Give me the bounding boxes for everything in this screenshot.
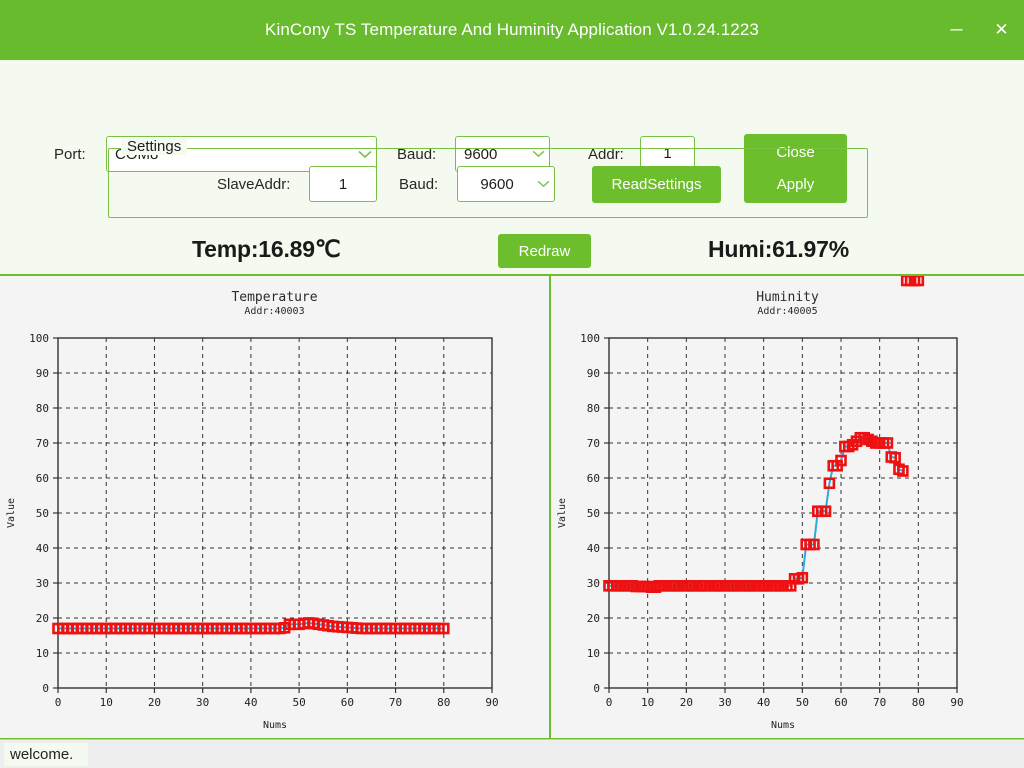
close-window-button[interactable]: ✕ [979,0,1024,60]
svg-text:30: 30 [36,577,49,590]
settings-group-legend: Settings [121,138,187,155]
temperature-chart-panel[interactable]: Temperature Addr:40003 01020304050607080… [0,276,551,738]
apply-settings-label: Apply [777,176,815,193]
application-window: KinCony TS Temperature And Huminity Appl… [0,0,1024,768]
window-controls: ─ ✕ [934,0,1024,60]
svg-text:70: 70 [587,437,600,450]
read-settings-button[interactable]: ReadSettings [592,166,721,203]
svg-text:50: 50 [292,696,305,709]
svg-text:70: 70 [389,696,402,709]
svg-text:60: 60 [341,696,354,709]
port-label: Port: [54,146,86,163]
window-title: KinCony TS Temperature And Huminity Appl… [265,20,759,40]
svg-text:10: 10 [587,647,600,660]
svg-text:20: 20 [680,696,693,709]
svg-text:10: 10 [641,696,654,709]
svg-text:100: 100 [29,332,49,345]
settings-group: Settings SlaveAddr: 1 Baud: 9600 ReadSet… [108,148,868,218]
charts-area: Temperature Addr:40003 01020304050607080… [0,274,1024,740]
svg-text:30: 30 [718,696,731,709]
svg-text:10: 10 [100,696,113,709]
svg-text:0: 0 [42,682,49,695]
svg-text:Value: Value [6,498,17,528]
humidity-plot: 0 10 20 30 40 50 60 70 80 90 100 0 10 20 30 40 50 60 70 80 9… [551,276,1024,738]
read-settings-label: ReadSettings [611,176,701,193]
svg-text:90: 90 [950,696,963,709]
svg-text:90: 90 [485,696,498,709]
svg-text:60: 60 [834,696,847,709]
svg-text:60: 60 [587,472,600,485]
svg-text:Value: Value [557,498,568,528]
status-message: welcome. [4,743,88,766]
chevron-down-icon [532,180,554,188]
svg-text:Nums: Nums [263,720,287,731]
svg-text:100: 100 [580,332,600,345]
slave-addr-label: SlaveAddr: [217,176,290,193]
svg-text:70: 70 [873,696,886,709]
svg-text:40: 40 [244,696,257,709]
svg-text:0: 0 [55,696,62,709]
svg-text:40: 40 [757,696,770,709]
settings-baud-select[interactable]: 9600 [457,166,555,202]
humidity-chart-panel[interactable]: Huminity Addr:40005 01020304050607080901… [551,276,1024,738]
svg-text:80: 80 [36,402,49,415]
svg-text:30: 30 [587,577,600,590]
temperature-readout: Temp:16.89℃ [192,236,340,263]
svg-text:80: 80 [912,696,925,709]
svg-text:80: 80 [587,402,600,415]
svg-text:50: 50 [587,507,600,520]
redraw-button[interactable]: Redraw [498,234,591,268]
svg-text:60: 60 [36,472,49,485]
svg-text:0: 0 [606,696,613,709]
svg-text:30: 30 [196,696,209,709]
slave-addr-value: 1 [339,176,347,193]
status-bar: welcome. [0,739,1024,768]
svg-text:20: 20 [148,696,161,709]
svg-text:80: 80 [437,696,450,709]
svg-text:20: 20 [36,612,49,625]
svg-text:10: 10 [36,647,49,660]
close-icon: ✕ [994,20,1008,40]
svg-text:50: 50 [796,696,809,709]
settings-baud-label: Baud: [399,176,438,193]
svg-text:40: 40 [36,542,49,555]
humidity-readout: Humi:61.97% [708,236,849,263]
apply-settings-button[interactable]: Apply [744,166,847,203]
settings-baud-value: 9600 [458,176,532,193]
svg-text:40: 40 [587,542,600,555]
svg-text:90: 90 [36,367,49,380]
svg-text:50: 50 [36,507,49,520]
minimize-button[interactable]: ─ [934,0,979,60]
title-bar: KinCony TS Temperature And Huminity Appl… [0,0,1024,60]
svg-text:0: 0 [593,682,600,695]
redraw-label: Redraw [519,243,571,260]
temperature-plot: 0 10 20 30 40 50 60 70 80 90 100 0 10 20 30 40 50 60 70 80 9… [0,276,549,738]
slave-addr-input[interactable]: 1 [309,166,377,202]
svg-text:Nums: Nums [771,720,795,731]
svg-text:70: 70 [36,437,49,450]
svg-text:20: 20 [587,612,600,625]
minimize-icon: ─ [950,20,962,40]
svg-text:90: 90 [587,367,600,380]
connection-toolbar: Port: COM8 Baud: 9600 Addr: 1 Close [0,60,1024,136]
